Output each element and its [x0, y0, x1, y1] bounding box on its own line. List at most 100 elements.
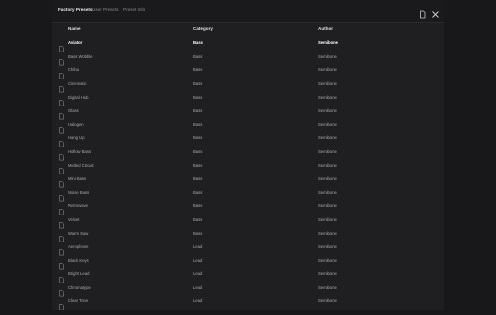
preset-row[interactable]: Hollow Bass Bass Semibone: [52, 145, 444, 161]
preset-name: Velvet: [68, 216, 80, 222]
document-icon: [59, 202, 64, 215]
preset-row[interactable]: Digital Hub Bass Semibone: [52, 90, 444, 107]
preset-category: Bass: [193, 148, 203, 154]
preset-row[interactable]: Retrowave Bass Semibone: [52, 199, 444, 215]
preset-author: Semibone: [318, 257, 337, 263]
preset-browser-header: Factory Presets User Presets Preset Info: [52, 0, 444, 23]
document-icon: [59, 175, 64, 188]
column-header-name[interactable]: Name: [68, 26, 81, 31]
preset-category: Lead: [193, 257, 203, 263]
preset-category: Bass: [193, 176, 203, 182]
preset-category: Lead: [193, 298, 203, 304]
document-icon: [59, 148, 64, 161]
preset-author: Semibone: [318, 135, 337, 141]
preset-category: Bass: [193, 67, 203, 73]
preset-row[interactable]: Bass Wobble Bass Semibone: [52, 50, 444, 66]
preset-row[interactable]: Chiba Bass Semibone: [52, 63, 444, 80]
preset-category: Bass: [193, 80, 203, 86]
document-icon: [59, 297, 64, 311]
preset-author: Semibone: [318, 298, 337, 304]
document-icon: [59, 229, 64, 243]
tab-preset-info[interactable]: Preset Info: [123, 7, 145, 12]
preset-category: Bass: [193, 40, 204, 46]
preset-name: Melted Circuit: [68, 162, 94, 168]
document-icon: [59, 66, 64, 80]
preset-row[interactable]: Velvet Bass Semibone: [52, 213, 444, 229]
close-icon[interactable]: [431, 6, 440, 18]
preset-name: Glass: [68, 108, 79, 114]
preset-name: Chromatype: [68, 284, 91, 290]
preset-row[interactable]: Black Keys Lead Semibone: [52, 254, 444, 270]
preset-category: Bass: [193, 121, 203, 127]
tab-factory-presets[interactable]: Factory Presets: [58, 7, 92, 12]
preset-row[interactable]: Aerophone Lead Semibone: [52, 240, 444, 256]
document-icon: [59, 80, 64, 93]
preset-category: Bass: [193, 230, 203, 236]
document-icon: [59, 39, 64, 52]
document-icon: [59, 257, 64, 270]
preset-row[interactable]: Melted Circuit Bass Semibone: [52, 158, 444, 175]
preset-author: Semibone: [318, 53, 337, 59]
preset-category: Lead: [193, 284, 203, 290]
document-icon[interactable]: [418, 6, 427, 19]
preset-name: Bright Lead: [68, 271, 90, 277]
preset-author: Semibone: [318, 162, 337, 168]
document-icon: [59, 121, 64, 134]
document-icon: [59, 284, 64, 297]
preset-row[interactable]: Warm Saw Bass Semibone: [52, 226, 444, 243]
preset-row[interactable]: Clear Tone Lead Semibone: [52, 294, 444, 311]
tab-user-presets[interactable]: User Presets: [92, 7, 119, 12]
document-icon: [59, 134, 64, 148]
preset-name: Black Keys: [68, 257, 89, 263]
document-icon: [59, 93, 64, 107]
document-icon: [59, 107, 64, 120]
preset-category: Lead: [193, 271, 203, 277]
document-icon: [59, 53, 64, 66]
preset-category: Bass: [193, 162, 203, 168]
document-icon: [59, 216, 64, 229]
preset-row[interactable]: Cinematic Bass Semibone: [52, 77, 444, 93]
preset-name: Hang Up: [68, 135, 85, 141]
preset-row[interactable]: Halogen Bass Semibone: [52, 118, 444, 134]
preset-author: Semibone: [318, 67, 337, 73]
preset-row[interactable]: Chromatype Lead Semibone: [52, 281, 444, 297]
preset-category: Bass: [193, 189, 203, 195]
preset-name: Mini Bass: [68, 176, 87, 182]
preset-author: Semibone: [318, 176, 337, 182]
preset-category: Lead: [193, 244, 203, 250]
column-header-category[interactable]: Category: [193, 26, 213, 31]
preset-author: Semibone: [318, 284, 337, 290]
preset-author: Semibone: [318, 80, 337, 86]
preset-category: Bass: [193, 216, 203, 222]
preset-author: Semibone: [318, 216, 337, 222]
preset-author: Semibone: [318, 121, 337, 127]
preset-name: Warm Saw: [68, 230, 89, 236]
document-icon: [59, 243, 64, 256]
preset-row[interactable]: Glass Bass Semibone: [52, 104, 444, 120]
preset-name: Chiba: [68, 67, 79, 73]
preset-name: Digital Hub: [68, 94, 89, 100]
preset-row[interactable]: Aviator Bass Semibone: [52, 36, 444, 52]
preset-category: Bass: [193, 135, 203, 141]
preset-author: Semibone: [318, 230, 337, 236]
preset-browser-panel: Factory Presets User Presets Preset Info…: [52, 0, 444, 311]
preset-row[interactable]: Hang Up Bass Semibone: [52, 131, 444, 148]
preset-name: Hollow Bass: [68, 148, 92, 154]
document-icon: [59, 270, 64, 283]
preset-author: Semibone: [318, 40, 339, 46]
preset-author: Semibone: [318, 244, 337, 250]
preset-author: Semibone: [318, 148, 337, 154]
column-header-author[interactable]: Author: [318, 26, 333, 31]
preset-name: Noise Bass: [68, 189, 90, 195]
preset-row[interactable]: Bright Lead Lead Semibone: [52, 267, 444, 283]
preset-row[interactable]: Noise Bass Bass Semibone: [52, 186, 444, 202]
preset-category: Bass: [193, 53, 203, 59]
preset-name: Aerophone: [68, 244, 89, 250]
preset-author: Semibone: [318, 189, 337, 195]
preset-row[interactable]: Mini Bass Bass Semibone: [52, 172, 444, 188]
preset-category: Bass: [193, 203, 203, 209]
preset-name: Clear Tone: [68, 298, 89, 304]
preset-author: Semibone: [318, 271, 337, 277]
document-icon: [59, 161, 64, 175]
preset-name: Bass Wobble: [68, 53, 93, 59]
